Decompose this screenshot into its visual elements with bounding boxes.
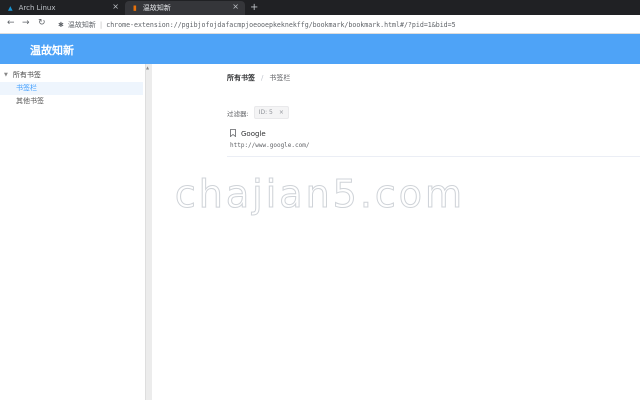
tab-title: 温故知新 bbox=[142, 4, 171, 12]
bookmark-title[interactable]: Google bbox=[241, 130, 266, 138]
close-tab-icon[interactable]: × bbox=[232, 2, 239, 11]
tree-node-bookmarks-bar[interactable]: 书签栏 bbox=[0, 82, 143, 95]
bookmark-title-row: Google bbox=[230, 129, 266, 139]
close-icon[interactable]: × bbox=[279, 109, 284, 116]
new-tab-button[interactable]: + bbox=[250, 1, 258, 14]
tab-title: Arch Linux bbox=[18, 4, 56, 12]
filter-label: 过滤器: bbox=[227, 109, 249, 118]
arch-linux-icon: ▲ bbox=[8, 4, 13, 12]
bookmark-item[interactable]: Google http://www.google.com/ bbox=[227, 128, 640, 157]
breadcrumb-separator: / bbox=[261, 74, 264, 82]
extension-page-icon: ▮ bbox=[133, 4, 137, 12]
forward-arrow-icon[interactable]: → bbox=[22, 18, 30, 28]
breadcrumb-bookmarks-bar: 书签栏 bbox=[269, 74, 291, 82]
tree-node-label: 所有书签 bbox=[12, 71, 41, 79]
close-tab-icon[interactable]: × bbox=[112, 2, 119, 11]
browser-tab-strip: ▲ Arch Linux × ▮ 温故知新 × + bbox=[0, 0, 640, 15]
tree-node-label: 其他书签 bbox=[16, 97, 44, 105]
browser-tab-arch-linux[interactable]: ▲ Arch Linux × bbox=[0, 1, 125, 15]
url-text[interactable]: chrome-extension://pgibjofojdafacmpjoeoo… bbox=[106, 21, 455, 29]
scroll-up-icon[interactable]: ▲ bbox=[146, 65, 149, 70]
bookmark-url[interactable]: http://www.google.com/ bbox=[230, 142, 309, 149]
tree-node-label: 书签栏 bbox=[16, 84, 37, 92]
filter-tag-text: ID: 5 bbox=[258, 109, 273, 116]
site-name: 温故知新 bbox=[67, 20, 96, 29]
tree-node-all-bookmarks[interactable]: ▼ 所有书签 bbox=[4, 70, 41, 80]
address-separator: | bbox=[99, 20, 103, 29]
browser-toolbar: ← → ↻ ✱ 温故知新 | chrome-extension://pgibjo… bbox=[0, 15, 640, 34]
puzzle-icon: ✱ bbox=[58, 20, 64, 29]
app-header: 温故知新 bbox=[0, 34, 640, 64]
watermark: chajian5.com bbox=[174, 172, 466, 217]
browser-tab-active[interactable]: ▮ 温故知新 × bbox=[125, 1, 245, 15]
breadcrumb-all-bookmarks[interactable]: 所有书签 bbox=[227, 73, 255, 83]
breadcrumb: 所有书签 / 书签栏 bbox=[227, 73, 290, 83]
app-title: 温故知新 bbox=[30, 44, 74, 57]
filter-tag: ID: 5 × bbox=[253, 106, 289, 119]
tree-node-other-bookmarks[interactable]: 其他书签 bbox=[0, 95, 143, 108]
back-arrow-icon[interactable]: ← bbox=[7, 18, 15, 28]
bookmark-icon bbox=[230, 129, 236, 139]
address-bar[interactable]: ✱ 温故知新 | chrome-extension://pgibjofojdaf… bbox=[58, 18, 456, 31]
filter-row: 过滤器: ID: 5 × bbox=[227, 106, 289, 119]
bookmark-tree-sidebar: ▼ 所有书签 书签栏 其他书签 bbox=[0, 64, 145, 400]
main-content: 所有书签 / 书签栏 过滤器: ID: 5 × Google http://ww… bbox=[151, 64, 640, 400]
caret-down-icon[interactable]: ▼ bbox=[4, 72, 8, 78]
reload-icon[interactable]: ↻ bbox=[38, 18, 46, 28]
